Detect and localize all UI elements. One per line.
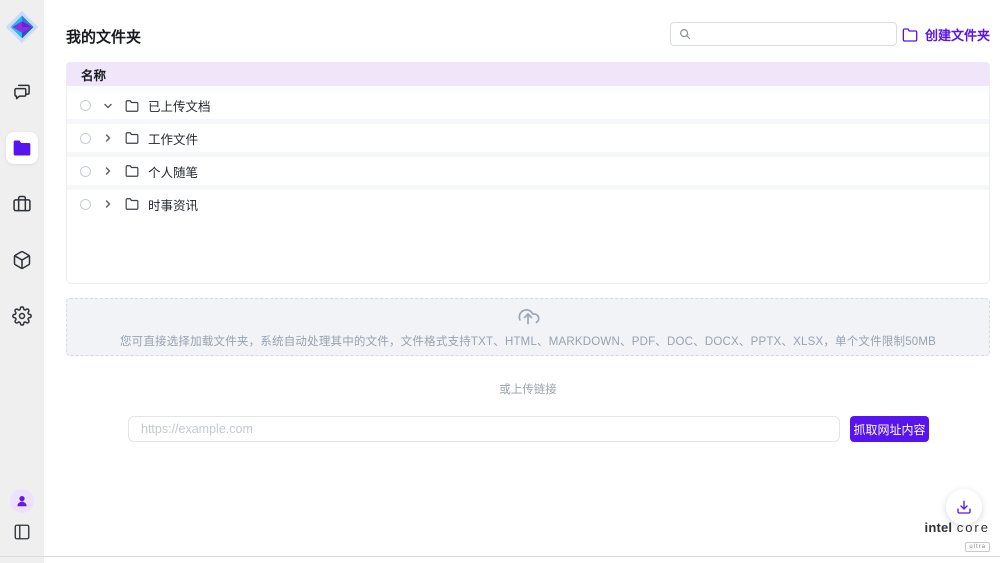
user-icon [15, 494, 29, 508]
folder-icon [125, 197, 139, 211]
chevron-right-icon[interactable] [102, 132, 114, 144]
sidebar-footer [10, 489, 34, 541]
or-upload-link-label: 或上传链接 [66, 381, 990, 397]
upload-hint-text: 您可直接选择加载文件夹，系统自动处理其中的文件，文件格式支持TXT、HTML、M… [120, 333, 936, 349]
create-folder-label: 创建文件夹 [925, 25, 990, 44]
intel-wordmark: intel [925, 520, 953, 535]
package-icon [12, 250, 32, 270]
core-wordmark: core [957, 520, 990, 535]
table-row[interactable]: 已上传文档 [67, 86, 989, 119]
folder-name: 已上传文档 [148, 96, 211, 115]
panel-toggle-icon [13, 523, 31, 541]
sidebar-item-chat[interactable] [6, 76, 38, 108]
table-row[interactable]: 时事资讯 [67, 185, 989, 218]
chevron-right-icon[interactable] [102, 198, 114, 210]
folder-rows: 已上传文档工作文件个人随笔时事资讯 [67, 86, 989, 218]
search-input[interactable] [697, 27, 888, 41]
url-input[interactable] [128, 416, 840, 442]
chat-icon [12, 82, 32, 102]
create-folder-button[interactable]: 创建文件夹 [902, 25, 990, 44]
search-box [670, 22, 897, 46]
page-title: 我的文件夹 [66, 26, 141, 47]
table-row[interactable]: 工作文件 [67, 119, 989, 152]
user-avatar[interactable] [10, 489, 34, 513]
folder-icon [12, 138, 32, 158]
folder-name: 个人随笔 [148, 162, 198, 181]
main-content: 我的文件夹 创建文件夹 名称 已上传文档工作文件个人随笔时事资讯 您可直接选择加… [44, 0, 1000, 563]
row-checkbox[interactable] [80, 133, 91, 144]
row-checkbox[interactable] [80, 199, 91, 210]
table-row[interactable]: 个人随笔 [67, 152, 989, 185]
sidebar-item-settings[interactable] [6, 300, 38, 332]
chevron-right-icon[interactable] [102, 165, 114, 177]
app-logo-gem-icon[interactable] [3, 8, 41, 46]
row-checkbox[interactable] [80, 166, 91, 177]
intel-ultra-badge: ultra [965, 542, 990, 552]
fetch-url-button[interactable]: 抓取网址内容 [850, 416, 929, 442]
upload-dropzone[interactable]: 您可直接选择加载文件夹，系统自动处理其中的文件，文件格式支持TXT、HTML、M… [66, 298, 990, 356]
folder-icon [125, 164, 139, 178]
table-header-name: 名称 [67, 62, 989, 86]
folder-icon [125, 99, 139, 113]
search-icon [679, 28, 691, 40]
app-window: 我的文件夹 创建文件夹 名称 已上传文档工作文件个人随笔时事资讯 您可直接选择加… [0, 0, 1000, 563]
download-icon [956, 499, 972, 515]
cloud-upload-icon [516, 305, 540, 329]
sidebar-item-folders[interactable] [6, 132, 38, 164]
chevron-down-icon[interactable] [102, 100, 114, 112]
folder-icon [125, 131, 139, 145]
folder-name: 工作文件 [148, 129, 198, 148]
sidebar-item-package[interactable] [6, 244, 38, 276]
sidebar [0, 0, 44, 563]
window-bottom-divider [0, 556, 1000, 557]
folder-name: 时事资讯 [148, 195, 198, 214]
row-checkbox[interactable] [80, 100, 91, 111]
sidebar-nav [6, 76, 38, 332]
panel-toggle-button[interactable] [13, 523, 31, 541]
briefcase-icon [12, 194, 32, 214]
folder-plus-icon [902, 27, 918, 43]
sidebar-item-briefcase[interactable] [6, 188, 38, 220]
gear-icon [12, 306, 32, 326]
folder-table: 名称 已上传文档工作文件个人随笔时事资讯 [66, 62, 990, 284]
intel-core-logo: intel core ultra [925, 520, 990, 552]
